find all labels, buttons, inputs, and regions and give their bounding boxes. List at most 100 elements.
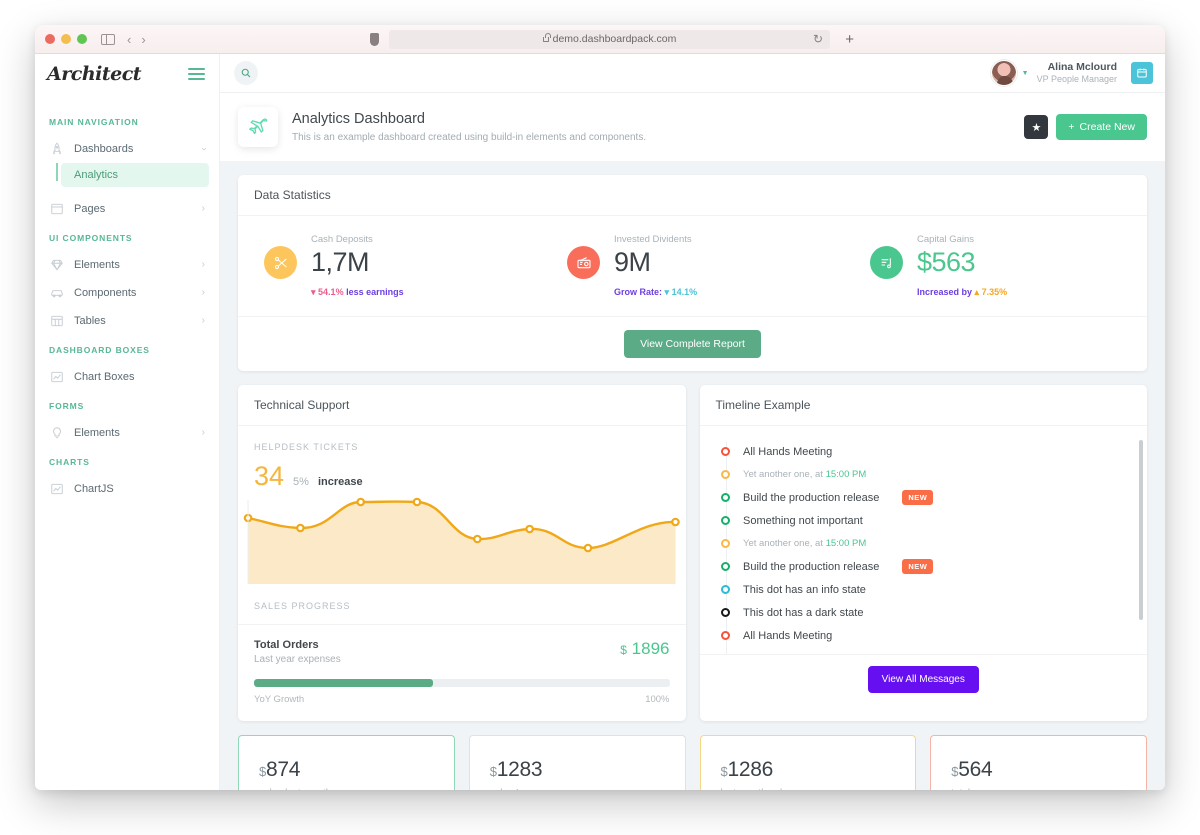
chevron-down-icon: › — [198, 147, 210, 151]
sidebar-item-chartjs[interactable]: ChartJS — [35, 475, 219, 503]
timeline-dot-info-icon — [721, 585, 730, 594]
sidebar-item-pages[interactable]: Pages › — [35, 195, 219, 223]
stat-invested-dividents: Invested Dividents 9M Grow Rate: ▾ 14.1% — [541, 234, 844, 300]
create-new-label: Create New — [1079, 121, 1135, 133]
sales-progress-heading: SALES PROGRESS — [238, 584, 686, 624]
bottom-cards-row: $874sales last month$1283sales Income$12… — [238, 735, 1147, 790]
address-bar[interactable]: demo.dashboardpack.com ↻ — [389, 29, 830, 49]
star-icon: ★ — [1031, 121, 1042, 134]
plus-icon: + — [1068, 121, 1075, 133]
new-tab-icon[interactable]: + — [845, 31, 854, 48]
timeline-scrollbar[interactable] — [1139, 440, 1143, 620]
page-title-block: Analytics Dashboard This is an example d… — [292, 111, 1010, 143]
timeline-item[interactable]: Something not important — [716, 509, 1132, 532]
sidebar: Architect MAIN NAVIGATION Dashboards › A… — [35, 54, 220, 790]
helpdesk-area-chart — [238, 494, 686, 584]
sidebar-item-analytics[interactable]: Analytics — [61, 163, 209, 187]
timeline-dot-dark-icon — [721, 608, 730, 617]
browser-address-area[interactable]: demo.dashboardpack.com ↻ + — [370, 29, 854, 49]
brand-logo[interactable]: Architect — [47, 63, 142, 85]
avatar[interactable] — [990, 60, 1017, 86]
report-footer: View Complete Report — [238, 316, 1147, 371]
forward-icon[interactable]: › — [141, 32, 145, 47]
timeline-title: Timeline Example — [699, 385, 1147, 426]
sidebar-toggle-icon[interactable] — [101, 33, 115, 45]
stat-note: ▾ 54.1% less earnings — [311, 287, 404, 297]
kpi-card[interactable]: $1283 sales Income — [468, 735, 686, 790]
rocket-icon — [49, 142, 64, 157]
minimize-window-button[interactable] — [61, 34, 71, 44]
main-region: ▼ Alina Mclourd VP People Manager Analyt… — [220, 54, 1165, 790]
timeline-item[interactable]: Yet another one, at 15:00 PM — [716, 647, 1132, 654]
timeline-item[interactable]: This dot has an info state — [716, 578, 1132, 601]
timeline-item-time: 15:00 PM — [825, 538, 867, 549]
timeline-item[interactable]: Yet another one, at 15:00 PM — [716, 463, 1132, 486]
timeline-item[interactable]: Build the production release NEW — [716, 555, 1132, 578]
chevron-right-icon: › — [201, 259, 205, 270]
kpi-card[interactable]: $564 total revenue — [930, 735, 1147, 790]
reload-icon[interactable]: ↻ — [813, 32, 823, 46]
calendar-icon[interactable] — [1131, 62, 1153, 84]
sidebar-item-tables[interactable]: Tables › — [35, 307, 219, 335]
back-icon[interactable]: ‹ — [127, 32, 131, 47]
kpi-card[interactable]: $874 sales last month — [238, 735, 455, 790]
sidebar-item-dashboards[interactable]: Dashboards › — [35, 135, 219, 163]
nav-heading-main: MAIN NAVIGATION — [49, 117, 139, 127]
nav-heading-charts: CHARTS — [49, 457, 90, 467]
sidebar-item-label: Pages — [74, 203, 106, 215]
timeline-item-label: Yet another one, at 15:00 PM — [743, 469, 867, 480]
timeline-item[interactable]: Yet another one, at 15:00 PM — [716, 532, 1132, 555]
kpi-card[interactable]: $1286 last month sales — [699, 735, 917, 790]
timeline-item[interactable]: All Hands Meeting — [716, 624, 1132, 647]
currency-symbol: $ — [720, 764, 728, 779]
stat-capital-gains: Capital Gains $563 Increased by ▴ 7.35% — [844, 234, 1147, 300]
area-chart-svg — [243, 497, 680, 584]
stat-note: Grow Rate: ▾ 14.1% — [614, 287, 697, 297]
sidebar-item-components[interactable]: Components › — [35, 279, 219, 307]
sidebar-item-form-elements[interactable]: Elements › — [35, 419, 219, 447]
kpi-label: sales last month — [259, 788, 434, 790]
maximize-window-button[interactable] — [77, 34, 87, 44]
sidebar-item-label: Tables — [74, 315, 106, 327]
timeline-item-label: This dot has a dark state — [743, 606, 864, 619]
sidebar-brand-row: Architect — [35, 54, 219, 93]
progress-right-label: 100% — [645, 694, 670, 705]
chart-icon — [49, 370, 64, 385]
timeline-item[interactable]: Build the production release NEW — [716, 486, 1132, 509]
nav-heading-ui: UI COMPONENTS — [49, 233, 133, 243]
window-controls[interactable] — [45, 34, 87, 44]
page-content: Data Statistics Cash Deposits 1,7M ▾ 54.… — [220, 161, 1165, 790]
currency-symbol: $ — [620, 643, 627, 657]
create-new-button[interactable]: + Create New — [1056, 114, 1147, 140]
timeline-list[interactable]: All Hands Meeting Yet another one, at 15:… — [700, 426, 1148, 654]
view-complete-report-button[interactable]: View Complete Report — [624, 330, 761, 358]
sidebar-item-elements[interactable]: Elements › — [35, 251, 219, 279]
favorite-star-button[interactable]: ★ — [1024, 115, 1049, 139]
sidebar-nav: MAIN NAVIGATION Dashboards › Analytics P… — [35, 93, 219, 790]
kpi-value: $564 — [951, 758, 993, 781]
stat-value: $563 — [917, 247, 976, 277]
timeline-footer: View All Messages — [699, 654, 1147, 704]
user-menu[interactable]: ▼ Alina Mclourd VP People Manager — [990, 60, 1153, 86]
browser-nav-arrows[interactable]: ‹ › — [127, 32, 146, 47]
page-subtitle: This is an example dashboard created usi… — [292, 132, 647, 143]
close-window-button[interactable] — [45, 34, 55, 44]
reader-icon[interactable] — [370, 32, 379, 46]
kpi-label: sales Income — [490, 788, 665, 790]
kpi-label: total revenue — [951, 788, 1126, 790]
yoy-progress-bar[interactable] — [254, 679, 670, 687]
search-icon[interactable] — [234, 61, 258, 85]
stat-body: Invested Dividents 9M Grow Rate: ▾ 14.1% — [614, 234, 697, 300]
chevron-down-icon[interactable]: ▼ — [1022, 70, 1029, 77]
chevron-right-icon: › — [201, 287, 205, 298]
timeline-item[interactable]: All Hands Meeting — [716, 440, 1132, 463]
hamburger-icon[interactable] — [188, 67, 205, 80]
sidebar-submenu-dashboards: Analytics — [35, 163, 219, 187]
timeline-item-label: Something not important — [743, 514, 863, 527]
signal-icon — [870, 246, 903, 279]
view-all-messages-button[interactable]: View All Messages — [867, 666, 979, 693]
timeline-item[interactable]: This dot has a dark state — [716, 601, 1132, 624]
sales-progress-label: SALES PROGRESS — [254, 601, 351, 611]
timeline-item-label: Build the production release — [743, 560, 880, 573]
sidebar-item-chart-boxes[interactable]: Chart Boxes — [35, 363, 219, 391]
